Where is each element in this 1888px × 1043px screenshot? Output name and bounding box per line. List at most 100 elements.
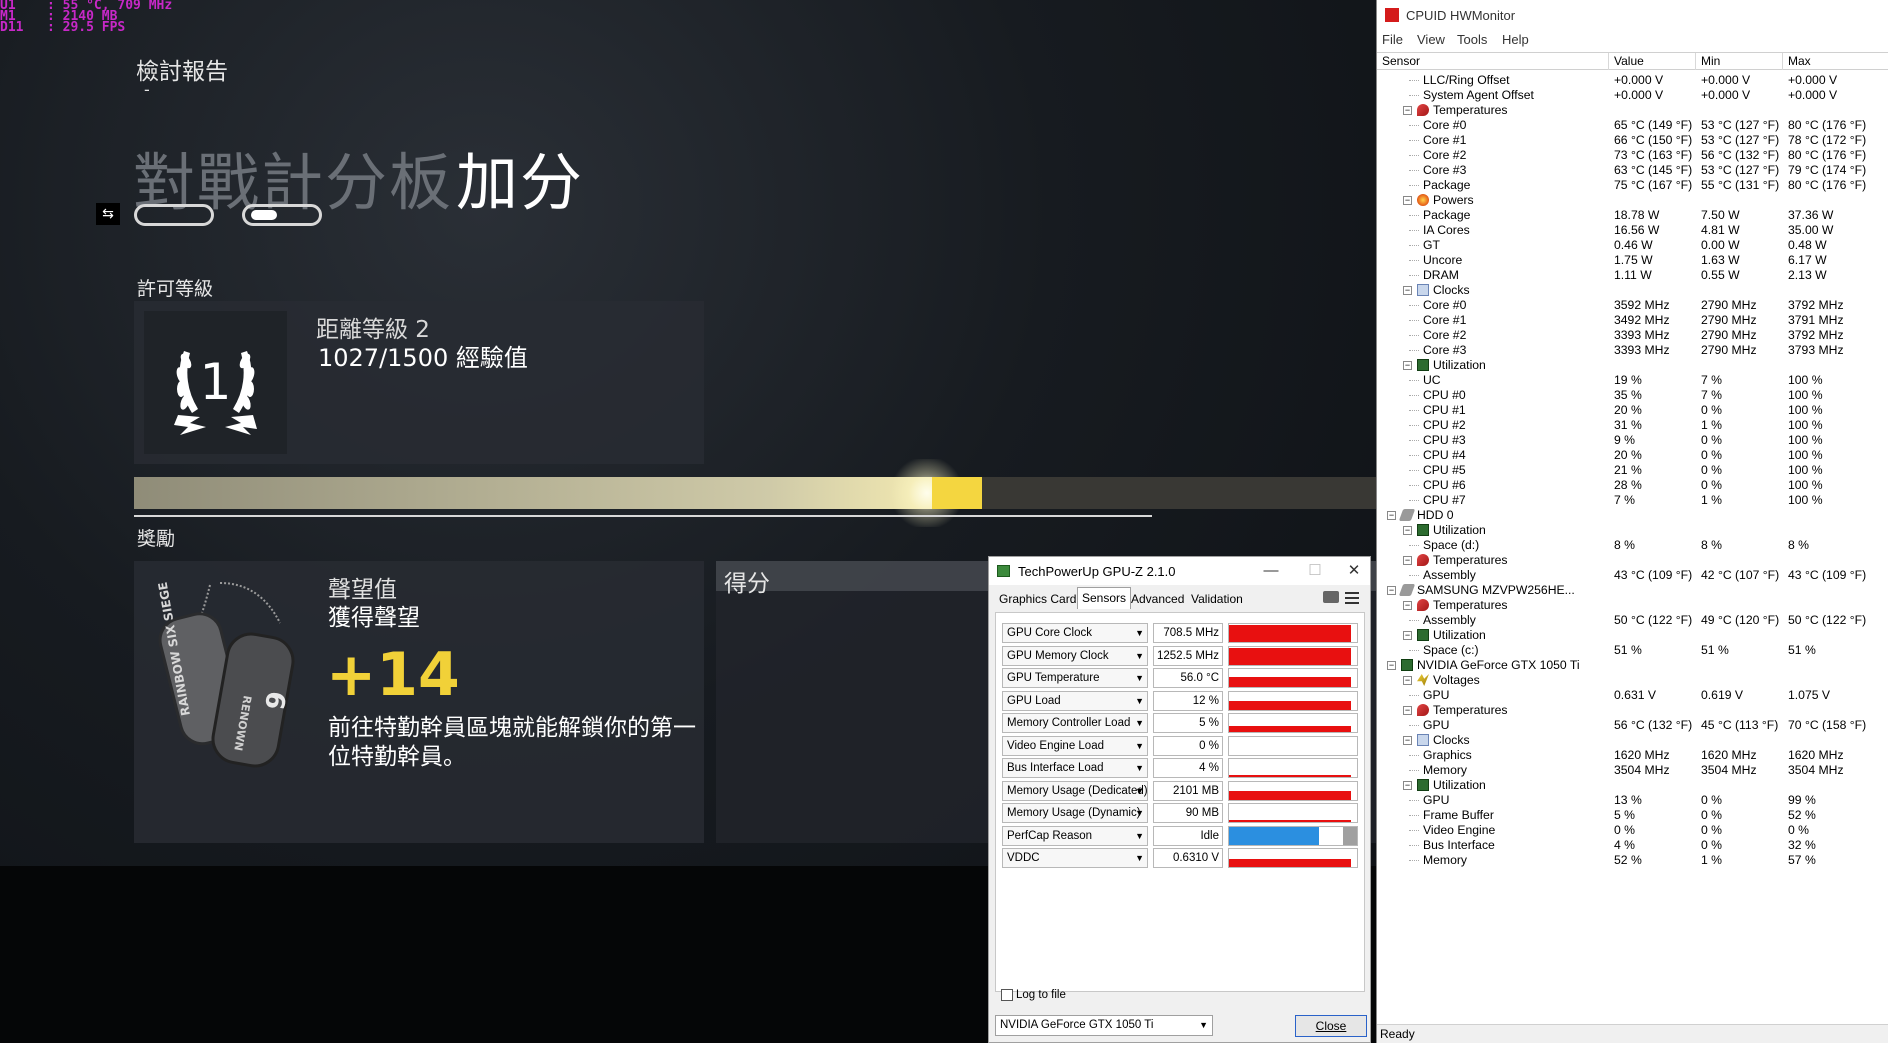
- sensor-graph: [1228, 780, 1358, 801]
- collapse-toggle-icon[interactable]: −: [1387, 511, 1396, 520]
- collapse-toggle-icon[interactable]: −: [1403, 361, 1412, 370]
- tree-connector: [1409, 845, 1419, 846]
- tree-connector: [1409, 230, 1419, 231]
- hwm-titlebar[interactable]: CPUID HWMonitor: [1377, 0, 1888, 30]
- sensor-name-dropdown[interactable]: Video Engine Load ▼: [1002, 735, 1148, 756]
- sensor-name-dropdown[interactable]: Bus Interface Load ▼: [1002, 758, 1148, 778]
- tab-sensors[interactable]: Sensors: [1077, 587, 1132, 609]
- sensor-graph-fill: [1229, 826, 1319, 845]
- sensor-min: 1 %: [1701, 853, 1723, 867]
- tree-connector: [1409, 545, 1419, 546]
- sensor-name-dropdown[interactable]: Memory Usage (Dedicated) ▼: [1002, 780, 1148, 801]
- tree-connector: [1409, 215, 1419, 216]
- xp-underline: [134, 515, 1152, 517]
- maximize-button[interactable]: ☐: [1300, 561, 1330, 581]
- laurel-badge-icon: 1: [144, 311, 287, 454]
- gpuz-window: TechPowerUp GPU-Z 2.1.0 — ☐ ✕ Graphics C…: [988, 556, 1371, 1043]
- collapse-toggle-icon[interactable]: −: [1403, 196, 1412, 205]
- collapse-toggle-icon[interactable]: −: [1403, 676, 1412, 685]
- tree-connector: [1409, 575, 1419, 576]
- collapse-toggle-icon[interactable]: −: [1403, 736, 1412, 745]
- collapse-toggle-icon[interactable]: −: [1403, 631, 1412, 640]
- sensor-name-dropdown[interactable]: Memory Usage (Dynamic) ▼: [1002, 803, 1148, 823]
- menu-help[interactable]: Help: [1502, 32, 1529, 47]
- hamburger-menu-icon[interactable]: [1345, 592, 1359, 604]
- close-window-button[interactable]: ✕: [1339, 561, 1369, 581]
- collapse-toggle-icon[interactable]: −: [1387, 586, 1396, 595]
- sensor-name-dropdown[interactable]: VDDC ▼: [1002, 848, 1148, 868]
- collapse-toggle-icon[interactable]: −: [1403, 286, 1412, 295]
- sensor-name-dropdown[interactable]: GPU Core Clock ▼: [1002, 623, 1148, 643]
- toggle-bonus[interactable]: [242, 204, 322, 226]
- sensor-row: VDDC ▼ 0.6310 V: [1002, 848, 1360, 870]
- temp-icon: [1417, 704, 1429, 716]
- sensor-row: GPU Memory Clock ▼ 1252.5 MHz: [1002, 645, 1360, 668]
- sensor-graph: [1228, 668, 1358, 688]
- toggle-knob: [251, 210, 277, 220]
- renown-value: +14: [326, 640, 460, 710]
- collapse-toggle-icon[interactable]: −: [1403, 556, 1412, 565]
- sensor-name: Memory Usage (Dynamic): [1007, 807, 1141, 819]
- checkbox-box[interactable]: [1001, 989, 1013, 1001]
- chevron-down-icon: ▼: [1199, 1020, 1208, 1030]
- tree-row[interactable]: Memory 52 % 1 % 57 %: [1377, 851, 1888, 869]
- sensor-graph: [1228, 690, 1358, 711]
- gpuz-titlebar[interactable]: TechPowerUp GPU-Z 2.1.0 — ☐ ✕: [989, 557, 1370, 585]
- tree-connector: [1409, 440, 1419, 441]
- sensor-graph-fill: [1229, 625, 1351, 642]
- util-icon: [1417, 629, 1429, 641]
- log-to-file-checkbox[interactable]: Log to file: [1001, 989, 1066, 1001]
- temp-icon: [1417, 599, 1429, 611]
- tab-advanced[interactable]: Advanced: [1131, 589, 1184, 609]
- col-min[interactable]: Min: [1696, 53, 1783, 70]
- collapse-toggle-icon[interactable]: −: [1387, 661, 1396, 670]
- menu-file[interactable]: File: [1382, 32, 1403, 47]
- close-button[interactable]: Close: [1295, 1015, 1367, 1037]
- tree-connector: [1409, 245, 1419, 246]
- chevron-down-icon: ▼: [1135, 740, 1144, 751]
- chevron-down-icon: ▼: [1135, 785, 1144, 796]
- sensor-row: GPU Core Clock ▼ 708.5 MHz: [1002, 623, 1360, 645]
- sensor-name: GPU Core Clock: [1007, 627, 1092, 639]
- license-xp: 1027/1500 經驗值: [318, 344, 528, 372]
- sensor-graph-gray: [1343, 826, 1357, 845]
- camera-icon[interactable]: [1323, 591, 1339, 603]
- tree-connector: [1409, 380, 1419, 381]
- tree-connector: [1409, 470, 1419, 471]
- menu-view[interactable]: View: [1417, 32, 1445, 47]
- tree-connector: [1409, 425, 1419, 426]
- minimize-button[interactable]: —: [1256, 561, 1286, 581]
- collapse-toggle-icon[interactable]: −: [1403, 526, 1412, 535]
- col-value[interactable]: Value: [1609, 53, 1696, 70]
- tree-connector: [1409, 125, 1419, 126]
- license-level-label: 許可等級: [137, 278, 214, 300]
- tab-validation[interactable]: Validation: [1191, 589, 1243, 609]
- sensor-value: 5 %: [1153, 713, 1223, 733]
- tree-connector: [1409, 170, 1419, 171]
- sensor-name: VDDC: [1007, 852, 1040, 864]
- tab-bonus[interactable]: 加分: [456, 132, 584, 222]
- sensor-name-dropdown[interactable]: Memory Controller Load ▼: [1002, 713, 1148, 733]
- sensor-name-dropdown[interactable]: GPU Load ▼: [1002, 690, 1148, 711]
- collapse-toggle-icon[interactable]: −: [1403, 781, 1412, 790]
- tree-connector: [1409, 395, 1419, 396]
- sensor-name-dropdown[interactable]: PerfCap Reason ▼: [1002, 825, 1148, 846]
- col-max[interactable]: Max: [1783, 53, 1888, 70]
- sensor-value: 56.0 °C: [1153, 668, 1223, 688]
- sensor-name-dropdown[interactable]: GPU Memory Clock ▼: [1002, 645, 1148, 666]
- toggle-scoreboard[interactable]: [134, 204, 214, 226]
- collapse-toggle-icon[interactable]: −: [1403, 706, 1412, 715]
- col-sensor[interactable]: Sensor: [1377, 53, 1609, 70]
- collapse-toggle-icon[interactable]: −: [1403, 106, 1412, 115]
- sensor-name-dropdown[interactable]: GPU Temperature ▼: [1002, 668, 1148, 688]
- tree-connector: [1409, 500, 1419, 501]
- tree-connector: [1409, 620, 1419, 621]
- menu-tools[interactable]: Tools: [1457, 32, 1487, 47]
- sensor-value: 0.6310 V: [1153, 848, 1223, 868]
- tab-graphics-card[interactable]: Graphics Card: [999, 589, 1076, 609]
- renown-subtitle: 獲得聲望: [328, 605, 420, 631]
- collapse-toggle-icon[interactable]: −: [1403, 601, 1412, 610]
- sensor-name: Memory: [1423, 853, 1468, 867]
- gpu-select-dropdown[interactable]: NVIDIA GeForce GTX 1050 Ti ▼: [995, 1015, 1213, 1036]
- sliders-icon[interactable]: ⇆: [96, 203, 120, 225]
